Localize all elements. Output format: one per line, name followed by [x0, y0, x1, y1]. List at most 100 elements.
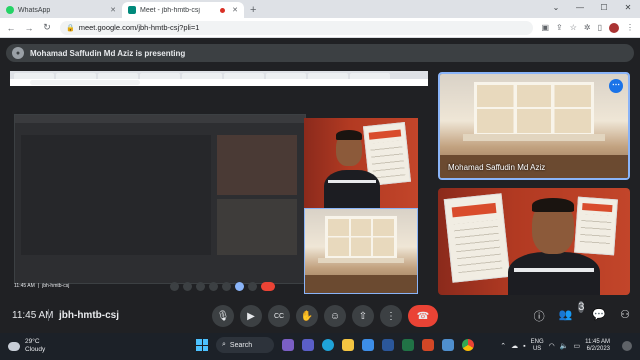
microphone-icon: 🎙 — [216, 310, 230, 322]
screen-share-app-icon[interactable] — [442, 339, 454, 351]
browser-tab-strip: WhatsApp ✕ Meet - jbh-hmtb-csj ✕ + ⌄ — ☐… — [0, 0, 640, 18]
notification-icon[interactable] — [622, 341, 632, 351]
whatsapp-icon — [6, 6, 14, 14]
more-options-icon[interactable]: ⋯ — [609, 79, 623, 93]
participant-tile[interactable] — [438, 188, 630, 295]
forward-icon[interactable]: → — [24, 23, 34, 33]
presenting-banner: ● Mohamad Saffudin Md Aziz is presenting — [6, 44, 634, 62]
camera-tray-icon[interactable]: ▪ — [523, 343, 525, 350]
cloud-icon — [8, 341, 20, 351]
tab-whatsapp[interactable]: WhatsApp ✕ — [0, 2, 122, 18]
window-controls: ⌄ — ☐ ✕ — [544, 0, 640, 16]
excel-icon[interactable] — [402, 339, 414, 351]
chevron-up-icon[interactable]: ⌃ — [500, 342, 506, 350]
share-icon[interactable]: ⇪ — [556, 23, 563, 32]
camera-icon[interactable]: ▣ — [541, 23, 549, 32]
shared-separator: | — [37, 283, 40, 289]
volume-icon[interactable]: 🔈 — [560, 342, 569, 350]
star-icon[interactable]: ☆ — [570, 23, 577, 32]
profile-avatar[interactable] — [609, 22, 619, 33]
activities-icon[interactable]: ⚇ — [620, 308, 630, 324]
store-icon[interactable] — [362, 339, 374, 351]
camera-button[interactable]: ▶ — [240, 305, 262, 327]
shared-address-bar — [10, 79, 428, 86]
clock[interactable]: 11:45 AM 6/2/2023 — [585, 339, 610, 353]
hand-icon: ✋ — [300, 310, 314, 322]
clock-date: 6/2/2023 — [586, 346, 610, 352]
tab-title: WhatsApp — [18, 6, 51, 14]
shared-controls — [170, 282, 275, 291]
present-icon: ⇧ — [358, 310, 368, 322]
presenting-text: Mohamad Saffudin Md Aziz is presenting — [30, 48, 186, 58]
camera-icon: ▶ — [247, 310, 255, 322]
info-icon[interactable]: ⓘ — [534, 308, 545, 324]
close-icon[interactable]: ✕ — [110, 6, 116, 14]
clock-time: 11:45 AM — [585, 339, 610, 345]
captions-button[interactable]: CC — [268, 305, 290, 327]
participant-tile[interactable]: Mohamad Saffudin Md Aziz ⋯ — [438, 72, 630, 180]
weather-temp: 29°C — [25, 338, 40, 345]
shared-tile-red — [304, 118, 418, 208]
shared-time: 11:45 AM — [14, 283, 35, 289]
url-text: meet.google.com/jbh-hmtb-csj?pli=1 — [78, 23, 200, 32]
powerpoint-icon[interactable] — [422, 339, 434, 351]
chat-icon[interactable]: 💬 — [592, 308, 606, 324]
reactions-button[interactable]: ☺ — [324, 305, 346, 327]
shared-bottom-bar: 11:45 AM | jbh-hmtb-csj — [10, 277, 428, 295]
chevron-down-icon[interactable]: ⌄ — [544, 0, 568, 16]
back-icon[interactable]: ← — [6, 23, 16, 33]
shared-screen: 11:45 AM | jbh-hmtb-csj — [10, 71, 428, 295]
teams-icon[interactable] — [302, 339, 314, 351]
taskbar-apps: ⌕ Search — [196, 337, 474, 353]
divider — [48, 309, 49, 321]
more-options-button[interactable]: ⋮ — [380, 305, 402, 327]
side-controls: ⓘ 👥3 💬 ⚇ — [534, 301, 630, 324]
wifi-icon[interactable]: ◠ — [549, 342, 555, 350]
close-icon[interactable]: ✕ — [232, 6, 238, 14]
minimize-icon[interactable]: — — [568, 0, 592, 16]
participant-name: Mohamad Saffudin Md Aziz — [448, 163, 546, 172]
weather-desc: Cloudy — [25, 346, 46, 353]
close-window-icon[interactable]: ✕ — [616, 0, 640, 16]
emoji-icon: ☺ — [329, 310, 341, 322]
windows-start-icon[interactable] — [196, 339, 208, 351]
reload-icon[interactable]: ↻ — [42, 22, 52, 33]
url-bar[interactable]: 🔒 meet.google.com/jbh-hmtb-csj?pli=1 — [60, 20, 534, 35]
avatar: ● — [12, 47, 24, 59]
address-bar-row: ← → ↻ 🔒 meet.google.com/jbh-hmtb-csj?pli… — [0, 18, 640, 38]
present-button[interactable]: ⇧ — [352, 305, 374, 327]
taskbar-search[interactable]: ⌕ Search — [216, 337, 274, 353]
lang-line1: ENG — [530, 339, 544, 345]
new-tab-button[interactable]: + — [244, 4, 262, 18]
mirror-view — [14, 114, 306, 284]
sidebar-icon[interactable]: ▯ — [598, 23, 602, 32]
browser-toolbar: ▣ ⇪ ☆ ✲ ▯ ⋮ — [541, 22, 634, 33]
microphone-button[interactable]: 🎙 — [212, 305, 234, 327]
tab-title: Meet - jbh-hmtb-csj — [140, 6, 200, 14]
lock-icon[interactable]: 🔒 — [66, 24, 75, 32]
extensions-icon[interactable]: ✲ — [584, 23, 591, 32]
video-app-icon[interactable] — [282, 339, 294, 351]
leave-call-button[interactable]: ☎ — [408, 305, 438, 327]
meet-bottom-bar: 11:45 AM jbh-hmtb-csj 🎙 ▶ CC ✋ ☺ ⇧ ⋮ ☎ ⓘ… — [0, 300, 640, 333]
chrome-icon[interactable] — [462, 339, 474, 351]
edge-icon[interactable] — [322, 339, 334, 351]
more-vertical-icon: ⋮ — [386, 310, 396, 322]
people-icon[interactable]: 👥3 — [559, 301, 585, 324]
taskbar: 29°C Cloudy ⌕ Search ⌃ ☁ ▪ ENG US ◠ 🔈 ▭ — [0, 333, 640, 360]
battery-icon[interactable]: ▭ — [573, 342, 580, 350]
menu-icon[interactable]: ⋮ — [626, 23, 634, 32]
raise-hand-button[interactable]: ✋ — [296, 305, 318, 327]
word-icon[interactable] — [382, 339, 394, 351]
tab-meet[interactable]: Meet - jbh-hmtb-csj ✕ — [122, 2, 244, 18]
shared-code: jbh-hmtb-csj — [42, 283, 70, 289]
phone-hangup-icon: ☎ — [416, 310, 430, 322]
cloud-sync-icon[interactable]: ☁ — [511, 342, 518, 350]
file-explorer-icon[interactable] — [342, 339, 354, 351]
search-icon: ⌕ — [222, 341, 226, 348]
meet-icon — [128, 6, 136, 14]
weather-widget[interactable]: 29°C Cloudy — [8, 338, 45, 354]
maximize-icon[interactable]: ☐ — [592, 0, 616, 16]
meeting-code: jbh-hmtb-csj — [59, 310, 119, 321]
language-indicator[interactable]: ENG US — [531, 339, 544, 353]
